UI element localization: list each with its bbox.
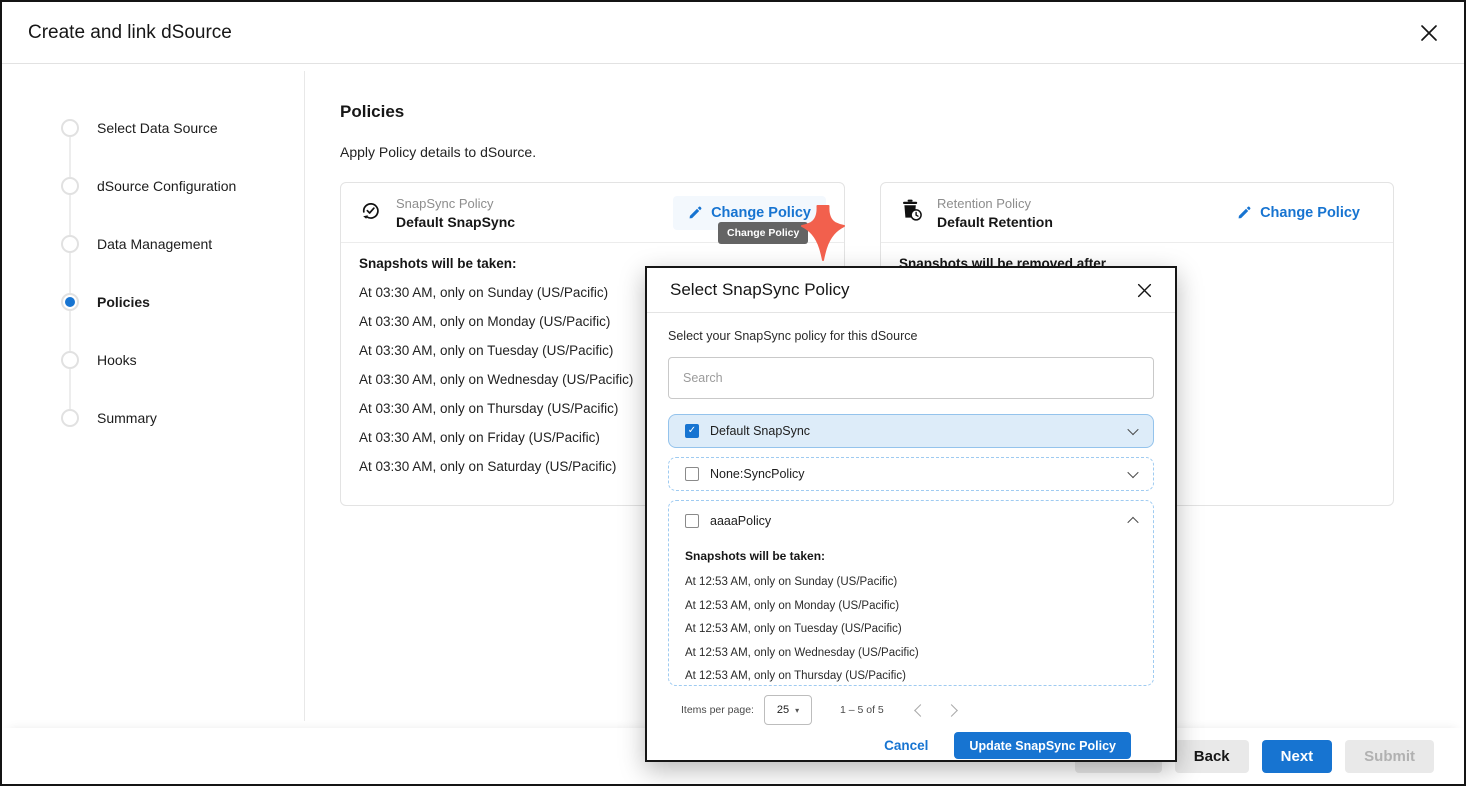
modal-header: Select SnapSync Policy <box>647 268 1175 313</box>
caret-down-icon: ▾ <box>795 706 799 715</box>
modal-cancel-button[interactable]: Cancel <box>884 738 928 753</box>
change-policy-tooltip: Change Policy <box>718 222 808 244</box>
schedule-line: At 12:53 AM, only on Wednesday (US/Pacif… <box>685 647 1137 671</box>
search-placeholder: Search <box>683 371 723 385</box>
next-page-icon[interactable] <box>945 704 958 717</box>
schedule-line: At 12:53 AM, only on Tuesday (US/Pacific… <box>685 623 1137 647</box>
next-button[interactable]: Next <box>1262 740 1333 773</box>
policy-option-label: aaaaPolicy <box>710 514 771 528</box>
step-circle <box>61 177 79 195</box>
step-label: Select Data Source <box>97 120 218 136</box>
change-policy-label: Change Policy <box>1260 205 1360 221</box>
retention-trash-clock-icon <box>899 198 923 227</box>
step-hooks[interactable]: Hooks <box>2 331 304 389</box>
step-label: Summary <box>97 410 157 426</box>
close-icon[interactable] <box>1420 24 1438 42</box>
pagination-bar: Items per page: 25 ▾ 1 – 5 of 5 <box>668 695 1154 725</box>
modal-footer: Cancel Update SnapSync Policy <box>668 725 1154 759</box>
window-header: Create and link dSource <box>2 2 1464 64</box>
step-dsource-configuration[interactable]: dSource Configuration <box>2 157 304 215</box>
step-label: Hooks <box>97 352 137 368</box>
schedule-line: At 12:53 AM, only on Sunday (US/Pacific) <box>685 576 1137 600</box>
check-glyph: ✓ <box>688 426 696 436</box>
checkbox-unchecked-icon[interactable] <box>685 467 699 481</box>
snapsync-icon <box>359 199 382 227</box>
back-button[interactable]: Back <box>1175 740 1249 773</box>
policy-name: Default Retention <box>937 213 1053 231</box>
step-circle-active <box>61 293 79 311</box>
items-per-page-label: Items per page: <box>681 704 754 716</box>
step-policies-active[interactable]: Policies <box>2 273 304 331</box>
change-retention-policy-button[interactable]: Change Policy <box>1222 196 1375 230</box>
step-summary[interactable]: Summary <box>2 389 304 447</box>
schedule-line: At 12:53 AM, only on Monday (US/Pacific) <box>685 600 1137 624</box>
checkbox-unchecked-icon[interactable] <box>685 514 699 528</box>
policy-type-label: SnapSync Policy <box>396 195 515 213</box>
pencil-icon <box>688 206 702 220</box>
expanded-schedule-heading: Snapshots will be taken: <box>685 549 1137 563</box>
step-circle <box>61 409 79 427</box>
policy-option-label: None:SyncPolicy <box>710 467 805 481</box>
chevron-down-icon[interactable] <box>1127 467 1138 478</box>
select-snapsync-policy-modal: Select SnapSync Policy Select your SnapS… <box>645 266 1177 762</box>
step-circle <box>61 351 79 369</box>
sidebar-divider <box>304 71 305 721</box>
items-per-page-value: 25 <box>777 704 789 716</box>
step-circle <box>61 235 79 253</box>
policy-type-label: Retention Policy <box>937 195 1053 213</box>
policy-search-input[interactable]: Search <box>668 357 1154 399</box>
step-select-data-source[interactable]: Select Data Source <box>2 99 304 157</box>
step-label: dSource Configuration <box>97 178 236 194</box>
checkbox-checked-icon[interactable]: ✓ <box>685 424 699 438</box>
modal-subtitle: Select your SnapSync policy for this dSo… <box>668 329 1154 343</box>
modal-body: Select your SnapSync policy for this dSo… <box>647 313 1175 759</box>
page-subtitle: Apply Policy details to dSource. <box>340 144 1394 160</box>
window-title: Create and link dSource <box>28 22 232 44</box>
step-data-management[interactable]: Data Management <box>2 215 304 273</box>
pencil-icon <box>1237 206 1251 220</box>
policy-option-aaaapolicy-expanded: aaaaPolicy Snapshots will be taken: At 1… <box>668 500 1154 686</box>
page-range-label: 1 – 5 of 5 <box>840 704 884 716</box>
policy-option-label: Default SnapSync <box>710 424 810 438</box>
update-snapsync-policy-button[interactable]: Update SnapSync Policy <box>954 732 1131 759</box>
modal-title: Select SnapSync Policy <box>670 280 850 300</box>
aaaapolicy-schedule-list: At 12:53 AM, only on Sunday (US/Pacific)… <box>685 576 1137 686</box>
policy-name: Default SnapSync <box>396 213 515 231</box>
step-label: Policies <box>97 294 150 310</box>
step-circle <box>61 119 79 137</box>
policy-option-aaaapolicy-row[interactable]: aaaaPolicy <box>685 501 1137 541</box>
previous-page-icon[interactable] <box>914 704 927 717</box>
annotation-arrow-icon <box>800 204 846 267</box>
step-label: Data Management <box>97 236 212 252</box>
retention-card-titles: Retention Policy Default Retention <box>937 195 1053 231</box>
retention-card-header: Retention Policy Default Retention Chang… <box>881 183 1393 243</box>
page-title: Policies <box>340 102 1394 122</box>
chevron-down-icon[interactable] <box>1127 424 1138 435</box>
modal-close-icon[interactable] <box>1137 283 1152 298</box>
schedule-line: At 12:53 AM, only on Thursday (US/Pacifi… <box>685 670 1137 686</box>
items-per-page-select[interactable]: 25 ▾ <box>764 695 812 725</box>
change-policy-label: Change Policy <box>711 205 811 221</box>
wizard-stepper: Select Data Source dSource Configuration… <box>2 65 304 447</box>
snapsync-card-titles: SnapSync Policy Default SnapSync <box>396 195 515 231</box>
policy-option-default-snapsync[interactable]: ✓ Default SnapSync <box>668 414 1154 448</box>
create-dsource-window: Create and link dSource Select Data Sour… <box>0 0 1466 786</box>
submit-button[interactable]: Submit <box>1345 740 1434 773</box>
policy-option-none-syncpolicy[interactable]: None:SyncPolicy <box>668 457 1154 491</box>
chevron-up-icon[interactable] <box>1127 517 1138 528</box>
